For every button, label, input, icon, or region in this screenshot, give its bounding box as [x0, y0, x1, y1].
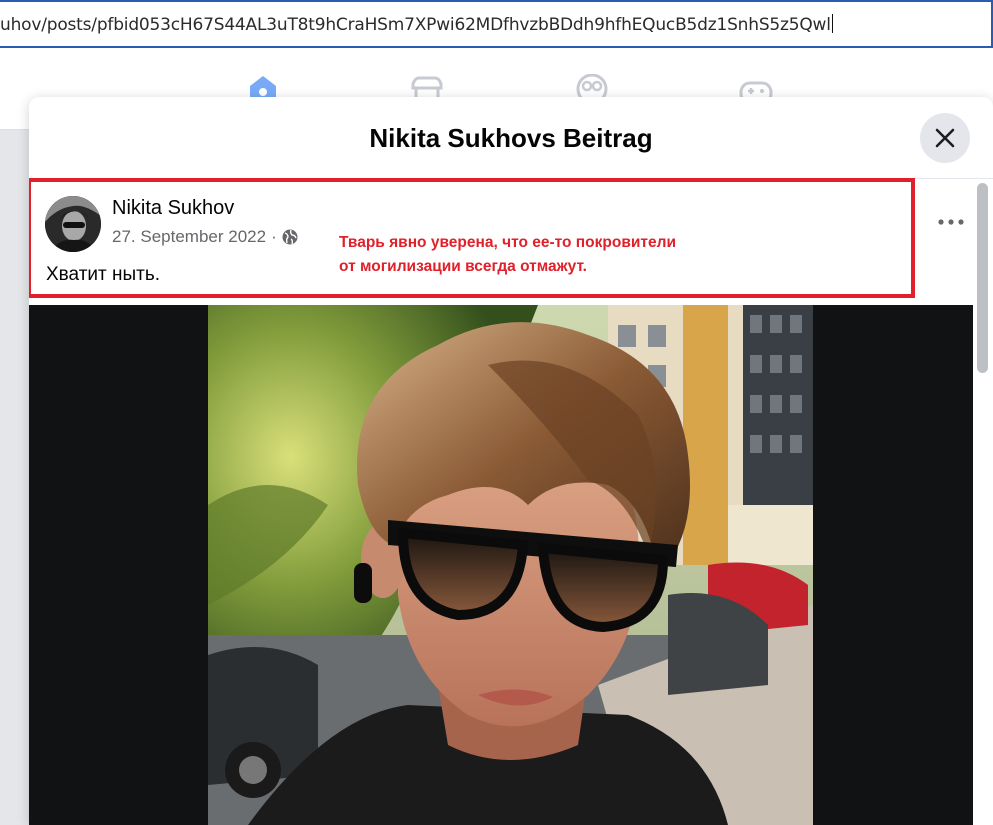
post-photo[interactable] [208, 305, 813, 825]
dialog-title: Nikita Sukhovs Beitrag [369, 123, 653, 153]
annotation-line-2: от могилизации всегда отмажут. [339, 258, 587, 275]
annotation-note: Тварь явно уверена, что ее-то покровител… [339, 231, 759, 279]
post-dialog: Nikita Sukhovs Beitrag Nikita Sukhov 27.… [29, 97, 993, 825]
post-photo-container[interactable] [29, 305, 973, 825]
address-bar[interactable]: uhov/posts/pfbid053cH67S44AL3uT8t9hCraHS… [0, 0, 993, 48]
address-bar-url[interactable]: uhov/posts/pfbid053cH67S44AL3uT8t9hCraHS… [0, 14, 833, 35]
text-caret [831, 14, 833, 33]
close-button[interactable] [920, 113, 970, 163]
scrollbar-thumb[interactable] [977, 183, 988, 373]
photo-selfie-image [208, 305, 813, 825]
annotation-line-1: Тварь явно уверена, что ее-то покровител… [339, 234, 676, 251]
close-icon [935, 128, 955, 148]
more-horizontal-icon [938, 219, 964, 225]
post-options-button[interactable] [929, 207, 973, 237]
dialog-scrollbar[interactable] [973, 179, 993, 825]
dialog-header: Nikita Sukhovs Beitrag [29, 97, 993, 179]
